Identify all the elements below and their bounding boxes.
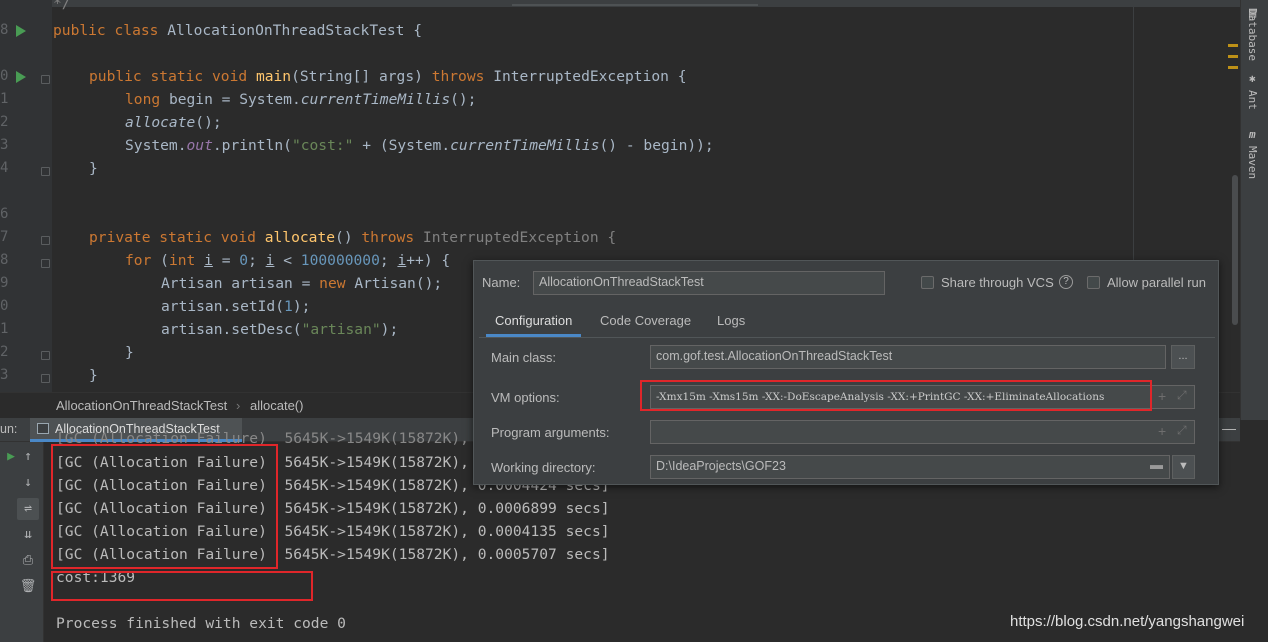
ant-tool-button[interactable]: Ant [1246,90,1259,110]
line-number: 3 [0,137,9,153]
expand-field-icon[interactable]: ⤢ [1177,423,1187,438]
line-number: 7 [0,229,9,245]
browse-button[interactable]: ... [1171,345,1195,369]
tab-logs[interactable]: Logs [717,313,745,328]
database-tool-button[interactable]: Database [1246,8,1259,61]
working-directory-field[interactable]: D:\IdeaProjects\GOF23 [650,455,1170,479]
share-vcs-checkbox[interactable] [921,276,934,289]
warning-marker[interactable] [1228,55,1238,58]
line-number: 0 [0,68,9,84]
minimize-icon[interactable]: — [1222,420,1236,436]
process-finished: Process finished with exit code 0 [56,615,346,632]
name-field[interactable]: AllocationOnThreadStackTest [533,271,885,295]
active-tab-indicator [512,4,758,6]
fold-toggle-icon[interactable] [41,75,50,84]
code-line-inner-close: } [125,344,134,361]
fold-toggle-icon[interactable] [41,374,50,383]
right-tool-window-strip: ▤ Database ✱ Ant m Maven [1240,0,1268,420]
code-line-close: } [89,160,98,177]
tab-divider [479,337,1215,338]
breadcrumb-method[interactable]: allocate() [250,398,303,413]
line-number: 6 [0,206,9,222]
line-number: 3 [0,367,9,383]
warning-marker[interactable] [1228,66,1238,69]
fold-toggle-icon[interactable] [41,259,50,268]
maven-tool-button[interactable]: Maven [1246,146,1259,179]
line-number: 4 [0,160,9,176]
run-toolbar: ▶ ↑ ↓ ⇌ ⇊ ⎙ 🗑 [0,442,44,642]
run-main-icon[interactable] [16,71,26,83]
fold-toggle-icon[interactable] [41,167,50,176]
scroll-to-end-icon[interactable]: ⇊ [17,524,39,546]
run-configuration-dialog: Name: AllocationOnThreadStackTest Share … [473,260,1219,485]
code-line-new: Artisan artisan = new Artisan(); [161,275,443,292]
fold-toggle-icon[interactable] [41,236,50,245]
code-line-setdesc: artisan.setDesc("artisan"); [161,321,399,338]
main-class-label: Main class: [491,350,557,365]
line-number: 8 [0,252,9,268]
code-line-println: System.out.println("cost:" + (System.cur… [125,137,714,154]
code-line-class: public class AllocationOnThreadStackTest… [53,22,423,39]
chevron-down-icon[interactable]: ▼ [1172,455,1195,479]
line-number: 0 [0,298,9,314]
tab-code-coverage[interactable]: Code Coverage [600,313,691,328]
warning-marker[interactable] [1228,44,1238,47]
code-line-setid: artisan.setId(1); [161,298,311,315]
program-arguments-field[interactable] [650,420,1195,444]
name-label: Name: [482,275,521,290]
expand-plus-icon[interactable]: + [1158,388,1166,404]
run-config-icon [37,423,49,434]
code-comment: */ [53,0,71,12]
vm-options-label: VM options: [491,390,560,405]
maven-icon[interactable]: m [1249,128,1256,141]
code-line-allocate-decl: private static void allocate() throws In… [89,229,617,246]
fold-toggle-icon[interactable] [41,351,50,360]
allow-parallel-checkbox[interactable] [1087,276,1100,289]
highlight-box-vm-options [640,380,1152,411]
expand-field-icon[interactable]: ⤢ [1177,388,1187,403]
allow-parallel-label[interactable]: Allow parallel run [1107,275,1206,290]
print-icon[interactable]: ⎙ [17,550,39,572]
code-line-begin: long begin = System.currentTimeMillis(); [125,91,477,108]
code-line-for: for (int i = 0; i < 100000000; i++) { [125,252,451,269]
line-number: 9 [0,275,9,291]
tab-configuration[interactable]: Configuration [495,313,572,328]
program-arguments-label: Program arguments: [491,425,610,440]
soft-wrap-icon[interactable]: ⇌ [17,498,39,520]
code-line-allocate-call: allocate(); [125,114,222,131]
editor-gutter: 8 0 1 2 3 4 6 7 8 9 0 1 2 3 [0,0,52,392]
code-line-outer-close: } [89,367,98,384]
code-line-main: public static void main(String[] args) t… [89,68,687,85]
breadcrumb-class[interactable]: AllocationOnThreadStackTest [56,398,227,413]
folder-icon[interactable]: ▬ [1150,457,1163,472]
highlight-box-gc [51,444,278,569]
highlight-box-cost [51,571,313,601]
working-directory-label: Working directory: [491,460,596,475]
watermark: https://blog.csdn.net/yangshangwei [1010,613,1245,630]
clear-all-icon[interactable]: 🗑 [17,576,39,598]
scroll-up-icon[interactable]: ↑ [17,446,39,468]
editor-tab-bar [0,0,1240,7]
line-number: 1 [0,321,9,337]
editor-scrollbar[interactable] [1232,175,1238,325]
breadcrumb-separator: › [236,398,241,413]
main-class-field[interactable]: com.gof.test.AllocationOnThreadStackTest [650,345,1166,369]
line-number: 1 [0,91,9,107]
ant-icon[interactable]: ✱ [1249,72,1256,85]
help-icon[interactable]: ? [1059,275,1073,289]
right-margin-guide [1133,0,1134,270]
run-panel-label: un: [0,422,18,436]
run-class-icon[interactable] [16,25,26,37]
line-number: 2 [0,344,9,360]
scroll-down-icon[interactable]: ↓ [17,472,39,494]
share-vcs-label[interactable]: Share through VCS [941,275,1054,290]
line-number: 2 [0,114,9,130]
line-number: 8 [0,22,9,38]
expand-plus-icon[interactable]: + [1158,423,1166,439]
